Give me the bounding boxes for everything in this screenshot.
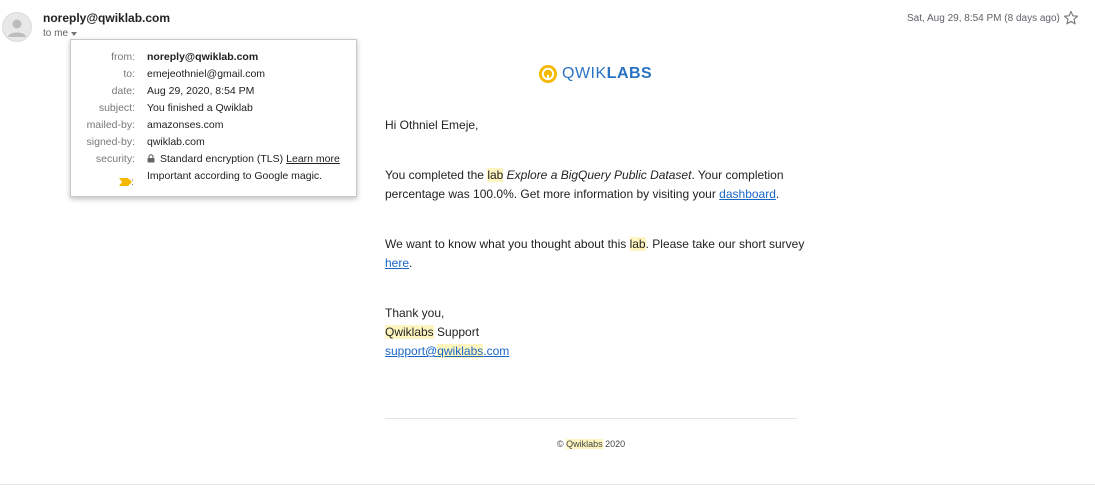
sender-avatar[interactable] bbox=[2, 12, 32, 42]
star-icon[interactable] bbox=[1063, 10, 1079, 26]
detail-label: signed-by: bbox=[86, 136, 135, 148]
to-me-label: to me bbox=[43, 28, 69, 39]
important-reason: Important according to Google magic. bbox=[147, 170, 323, 182]
detail-row-to: to: emejeothniel@gmail.com bbox=[71, 66, 358, 82]
detail-row-mailed-by: mailed-by: amazonses.com bbox=[71, 117, 358, 133]
highlight-lab: lab bbox=[487, 168, 504, 182]
logo-text-bold: LABS bbox=[606, 65, 653, 82]
support-email-line: support@qwiklabs.com bbox=[385, 342, 805, 361]
person-icon bbox=[8, 19, 26, 37]
detail-row-important: : Important according to Google magic. bbox=[71, 168, 358, 188]
detail-value: emejeothniel@gmail.com bbox=[147, 68, 266, 80]
detail-row-signed-by: signed-by: qwiklab.com bbox=[71, 134, 358, 150]
detail-label: security: bbox=[95, 153, 135, 165]
logo-text-light: QWIK bbox=[562, 65, 607, 82]
survey-paragraph: We want to know what you thought about t… bbox=[385, 235, 805, 273]
lock-icon bbox=[147, 154, 155, 163]
email-date: Sat, Aug 29, 8:54 PM (8 days ago) bbox=[907, 13, 1060, 24]
detail-label: to: bbox=[123, 68, 135, 80]
text: .com bbox=[483, 344, 510, 358]
text: . bbox=[775, 187, 780, 201]
detail-label: subject: bbox=[98, 102, 135, 114]
highlight-brand: Qwiklabs bbox=[385, 325, 434, 339]
survey-link[interactable]: here bbox=[385, 256, 409, 270]
text: . bbox=[409, 256, 413, 270]
support-line: Qwiklabs Support bbox=[385, 323, 805, 342]
detail-value-security: Standard encryption (TLS) Learn more bbox=[147, 153, 340, 165]
chevron-down-icon bbox=[71, 31, 78, 36]
detail-value: amazonses.com bbox=[147, 119, 224, 131]
learn-more-link[interactable]: Learn more bbox=[286, 153, 340, 165]
detail-label: mailed-by: bbox=[86, 119, 135, 131]
qwiklabs-logo-icon bbox=[539, 65, 557, 83]
support-email-link[interactable]: support@qwiklabs.com bbox=[385, 344, 509, 358]
detail-value: qwiklab.com bbox=[147, 136, 205, 148]
text: © bbox=[557, 439, 567, 449]
text: We want to know what you thought about t… bbox=[385, 237, 630, 251]
course-title: Explore a BigQuery Public Dataset bbox=[506, 168, 692, 182]
highlight-brand: qwiklabs bbox=[437, 344, 484, 358]
text: You completed the bbox=[385, 168, 488, 182]
highlight-lab: lab bbox=[629, 237, 646, 251]
detail-row-from: from: noreply@qwiklab.com bbox=[71, 49, 358, 65]
detail-row-date: date: Aug 29, 2020, 8:54 PM bbox=[71, 83, 358, 99]
text: support@ bbox=[385, 344, 438, 358]
greeting: Hi Othniel Emeje, bbox=[385, 118, 479, 132]
text: 2020 bbox=[602, 439, 626, 449]
footer-divider bbox=[385, 418, 797, 419]
detail-row-security: security: Standard encryption (TLS) Learn… bbox=[71, 151, 358, 167]
text: . Please take our short survey bbox=[645, 237, 805, 251]
recipient-details-toggle[interactable]: to me bbox=[43, 28, 78, 39]
sender-name: noreply@qwiklab.com bbox=[43, 11, 171, 25]
detail-value: You finished a Qwiklab bbox=[147, 102, 253, 114]
logo-wordmark: QWIKLABS bbox=[562, 65, 652, 83]
qwiklabs-logo: QWIKLABS bbox=[538, 64, 652, 84]
detail-label: date: bbox=[111, 85, 135, 97]
detail-row-subject: subject: You finished a Qwiklab bbox=[71, 100, 358, 116]
message-details-popup: from: noreply@qwiklab.com to: emejeothni… bbox=[70, 39, 357, 197]
signoff: Thank you, Qwiklabs Support support@qwik… bbox=[385, 304, 805, 361]
dashboard-link[interactable]: dashboard bbox=[719, 187, 776, 201]
security-value: Standard encryption (TLS) bbox=[160, 153, 284, 165]
footer-copyright: © Qwiklabs 2020 bbox=[557, 439, 625, 449]
text: Support bbox=[433, 325, 480, 339]
detail-label: from: bbox=[111, 51, 135, 63]
highlight-brand: Qwiklabs bbox=[566, 439, 603, 449]
detail-value: noreply@qwiklab.com bbox=[147, 51, 259, 63]
message-bottom-divider bbox=[0, 484, 1095, 485]
detail-value: Aug 29, 2020, 8:54 PM bbox=[147, 85, 255, 97]
completion-paragraph: You completed the lab Explore a BigQuery… bbox=[385, 166, 805, 204]
thanks-line: Thank you, bbox=[385, 306, 445, 320]
